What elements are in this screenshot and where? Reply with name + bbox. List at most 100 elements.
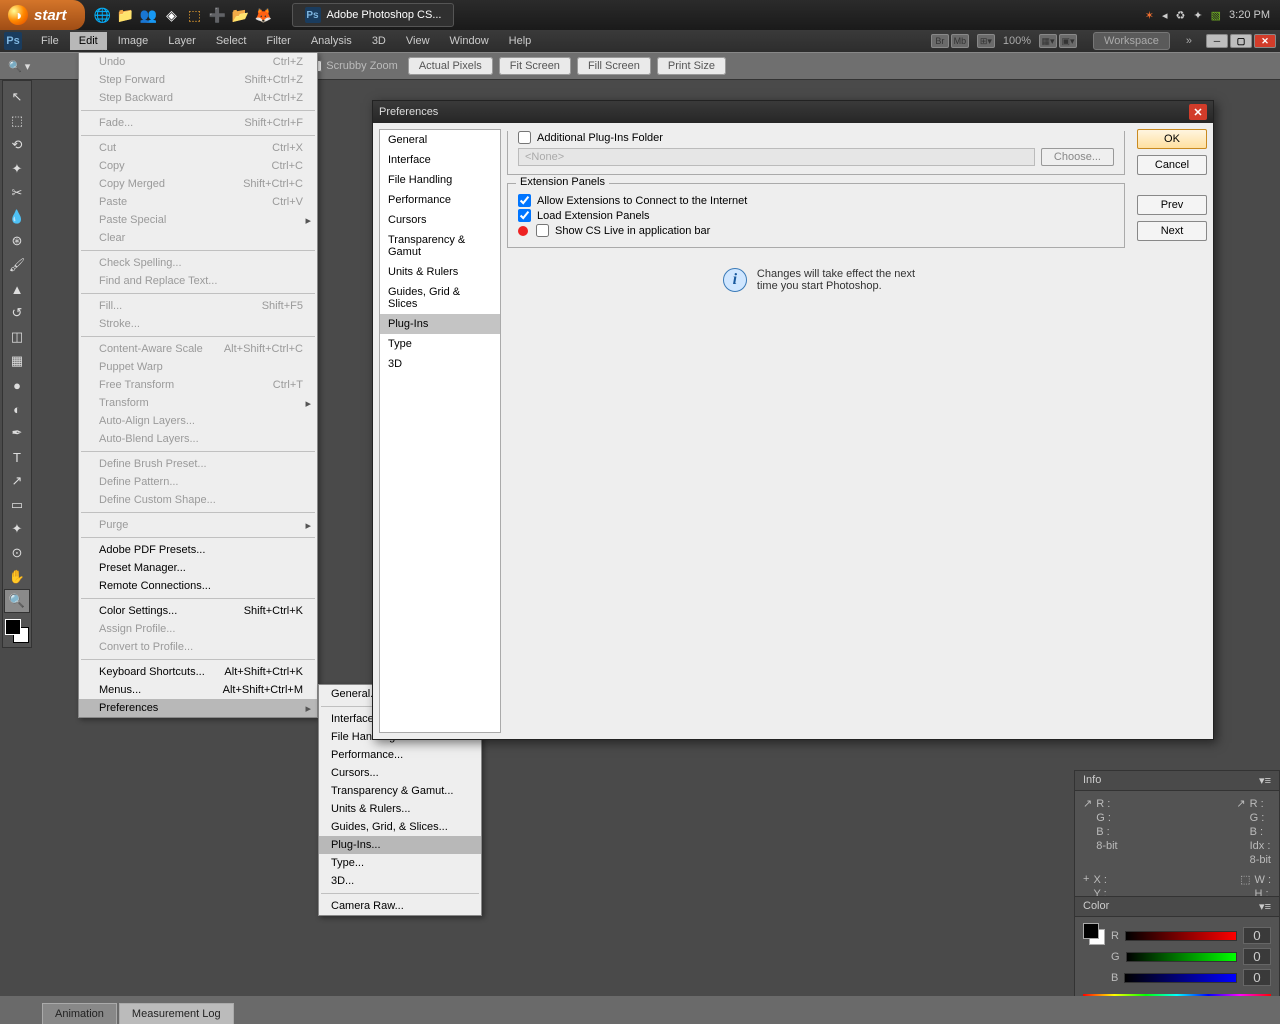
tray-icon[interactable]: ✶	[1145, 9, 1154, 22]
option-actual-pixels[interactable]: Actual Pixels	[408, 57, 493, 75]
tool-eraser[interactable]: ◫	[5, 326, 29, 348]
ok-button[interactable]: OK	[1137, 129, 1207, 149]
menu-item-auto-blend-layers-[interactable]: Auto-Blend Layers...	[79, 430, 317, 448]
menubar-item-edit[interactable]: Edit	[70, 32, 107, 50]
menu-item-content-aware-scale[interactable]: Content-Aware ScaleAlt+Shift+Ctrl+C	[79, 340, 317, 358]
menu-item-auto-align-layers-[interactable]: Auto-Align Layers...	[79, 412, 317, 430]
submenu-item-transparency-gamut-[interactable]: Transparency & Gamut...	[319, 782, 481, 800]
submenu-item-guides-grid-slices-[interactable]: Guides, Grid, & Slices...	[319, 818, 481, 836]
menu-item-fill-[interactable]: Fill...Shift+F5	[79, 297, 317, 315]
menu-item-free-transform[interactable]: Free TransformCtrl+T	[79, 376, 317, 394]
menu-item-preset-manager-[interactable]: Preset Manager...	[79, 559, 317, 577]
arrange-documents-icon[interactable]: ▦▾	[1039, 34, 1057, 48]
view-extras-icon[interactable]: ⊞▾	[977, 34, 995, 48]
start-button[interactable]: ◑ start	[0, 0, 85, 30]
menu-item-remote-connections-[interactable]: Remote Connections...	[79, 577, 317, 595]
tool-gradient[interactable]: ▦	[5, 350, 29, 372]
menu-item-define-brush-preset-[interactable]: Define Brush Preset...	[79, 455, 317, 473]
color-swatch[interactable]	[1083, 923, 1105, 945]
panel-menu-icon[interactable]: ▾≡	[1259, 774, 1271, 787]
allow-extensions-checkbox[interactable]: Allow Extensions to Connect to the Inter…	[518, 194, 1114, 207]
value-g[interactable]	[1243, 948, 1271, 965]
tool-crop[interactable]: ✂	[5, 182, 29, 204]
taskbar-app-photoshop[interactable]: Ps Adobe Photoshop CS...	[292, 3, 455, 27]
menubar-item-window[interactable]: Window	[441, 32, 498, 50]
launch-bridge-icon[interactable]: Br	[931, 34, 949, 48]
menu-item-preferences[interactable]: Preferences	[79, 699, 317, 717]
load-extension-panels-checkbox[interactable]: Load Extension Panels	[518, 209, 1114, 222]
tool-blur[interactable]: ●	[5, 374, 29, 396]
menu-item-define-pattern-[interactable]: Define Pattern...	[79, 473, 317, 491]
firefox-icon[interactable]: 🦊	[256, 7, 272, 23]
tool-brush[interactable]: 🖌	[5, 254, 29, 276]
menu-item-copy-merged[interactable]: Copy MergedShift+Ctrl+C	[79, 175, 317, 193]
app-icon-3[interactable]: ➕	[210, 7, 226, 23]
menu-item-stroke-[interactable]: Stroke...	[79, 315, 317, 333]
tool-stamp[interactable]: ▲	[5, 278, 29, 300]
tray-icon[interactable]: ◂	[1162, 9, 1168, 22]
choose-button[interactable]: Choose...	[1041, 148, 1114, 166]
pref-cat-general[interactable]: General	[380, 130, 500, 150]
pref-cat-units-rulers[interactable]: Units & Rulers	[380, 262, 500, 282]
tool-shape[interactable]: ▭	[5, 494, 29, 516]
app-icon[interactable]: ◈	[164, 7, 180, 23]
slider-g[interactable]	[1126, 952, 1237, 962]
menu-item-menus-[interactable]: Menus...Alt+Shift+Ctrl+M	[79, 681, 317, 699]
menu-item-puppet-warp[interactable]: Puppet Warp	[79, 358, 317, 376]
tool-zoom[interactable]: 🔍	[5, 590, 29, 612]
menu-item-convert-to-profile-[interactable]: Convert to Profile...	[79, 638, 317, 656]
menu-item-purge[interactable]: Purge	[79, 516, 317, 534]
submenu-item--d-[interactable]: 3D...	[319, 872, 481, 890]
scrubby-zoom-checkbox[interactable]: Scrubby Zoom	[310, 60, 398, 72]
menubar-item-view[interactable]: View	[397, 32, 439, 50]
value-b[interactable]	[1243, 969, 1271, 986]
maximize-button[interactable]: ▢	[1230, 34, 1252, 48]
menubar-item-help[interactable]: Help	[500, 32, 541, 50]
menu-item-define-custom-shape-[interactable]: Define Custom Shape...	[79, 491, 317, 509]
submenu-item-units-rulers-[interactable]: Units & Rulers...	[319, 800, 481, 818]
tool-path-select[interactable]: ↗	[5, 470, 29, 492]
menubar-item-filter[interactable]: Filter	[257, 32, 299, 50]
tool-3d[interactable]: ✦	[5, 518, 29, 540]
next-button[interactable]: Next	[1137, 221, 1207, 241]
folder-icon[interactable]: 📂	[233, 7, 249, 23]
menu-item-paste-special[interactable]: Paste Special	[79, 211, 317, 229]
launch-minibridge-icon[interactable]: Mb	[951, 34, 969, 48]
cancel-button[interactable]: Cancel	[1137, 155, 1207, 175]
tab-measurement-log[interactable]: Measurement Log	[119, 1003, 234, 1024]
option-fit-screen[interactable]: Fit Screen	[499, 57, 571, 75]
menu-item-check-spelling-[interactable]: Check Spelling...	[79, 254, 317, 272]
menu-item-adobe-pdf-presets-[interactable]: Adobe PDF Presets...	[79, 541, 317, 559]
menu-item-undo[interactable]: UndoCtrl+Z	[79, 53, 317, 71]
tool-3d-cam[interactable]: ⊙	[5, 542, 29, 564]
value-r[interactable]	[1243, 927, 1271, 944]
pref-cat-file-handling[interactable]: File Handling	[380, 170, 500, 190]
menu-item-paste[interactable]: PasteCtrl+V	[79, 193, 317, 211]
submenu-item-plug-ins-[interactable]: Plug-Ins...	[319, 836, 481, 854]
messenger-icon[interactable]: 👥	[141, 7, 157, 23]
zoom-tool-icon[interactable]: 🔍 ▾	[8, 60, 30, 73]
tray-icon[interactable]: ♻	[1176, 9, 1186, 22]
prev-button[interactable]: Prev	[1137, 195, 1207, 215]
pref-cat-transparency-gamut[interactable]: Transparency & Gamut	[380, 230, 500, 262]
tool-healing[interactable]: ⊛	[5, 230, 29, 252]
menu-item-step-forward[interactable]: Step ForwardShift+Ctrl+Z	[79, 71, 317, 89]
menu-item-color-settings-[interactable]: Color Settings...Shift+Ctrl+K	[79, 602, 317, 620]
pref-cat--d[interactable]: 3D	[380, 354, 500, 374]
pref-cat-type[interactable]: Type	[380, 334, 500, 354]
menu-item-transform[interactable]: Transform	[79, 394, 317, 412]
workspace-more-icon[interactable]: »	[1186, 35, 1192, 47]
pref-cat-guides-grid-slices[interactable]: Guides, Grid & Slices	[380, 282, 500, 314]
tool-marquee[interactable]: ⬚	[5, 110, 29, 132]
menu-item-assign-profile-[interactable]: Assign Profile...	[79, 620, 317, 638]
tool-lasso[interactable]: ⟲	[5, 134, 29, 156]
slider-b[interactable]	[1124, 973, 1237, 983]
option-print-size[interactable]: Print Size	[657, 57, 726, 75]
pref-cat-interface[interactable]: Interface	[380, 150, 500, 170]
menubar-item-file[interactable]: File	[32, 32, 68, 50]
close-button[interactable]: ✕	[1254, 34, 1276, 48]
menubar-item-analysis[interactable]: Analysis	[302, 32, 361, 50]
menubar-item-3d[interactable]: 3D	[363, 32, 395, 50]
tool-history-brush[interactable]: ↺	[5, 302, 29, 324]
menu-item-clear[interactable]: Clear	[79, 229, 317, 247]
